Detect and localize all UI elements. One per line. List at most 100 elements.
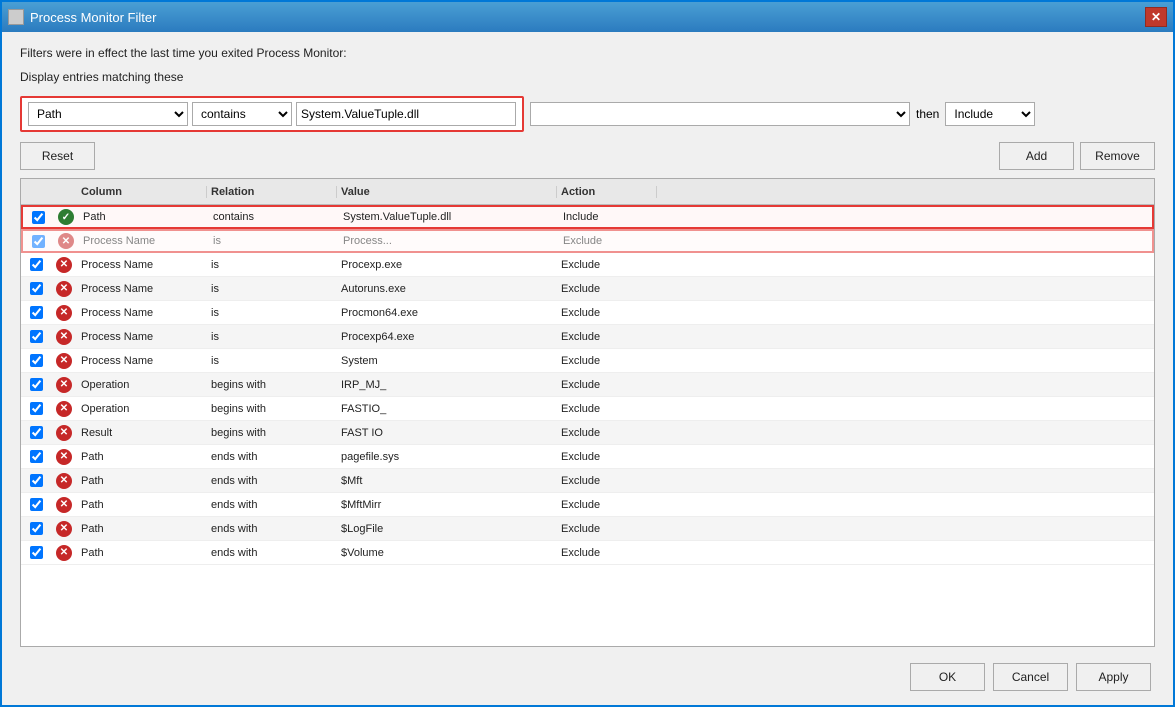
row-relation: begins with (207, 403, 337, 415)
row-checkbox[interactable] (30, 474, 43, 487)
row-column: Process Name (79, 235, 209, 247)
action-select[interactable]: Include Exclude (945, 102, 1035, 126)
table-row[interactable]: ✕Process NameisProcexp64.exeExclude (21, 325, 1154, 349)
row-icon-cell: ✕ (51, 521, 77, 537)
remove-button[interactable]: Remove (1080, 142, 1155, 170)
row-relation: begins with (207, 379, 337, 391)
row-relation: begins with (207, 427, 337, 439)
value-input[interactable]: System.ValueTuple.dll (296, 102, 516, 126)
row-relation: ends with (207, 547, 337, 559)
red-x-icon: ✕ (56, 497, 72, 513)
table-row[interactable]: ✕Operationbegins withIRP_MJ_Exclude (21, 373, 1154, 397)
row-relation: contains (209, 211, 339, 223)
row-checkbox[interactable] (30, 402, 43, 415)
table-row[interactable]: ✕Resultbegins withFAST IOExclude (21, 421, 1154, 445)
title-bar-left: Process Monitor Filter (8, 9, 156, 25)
main-window: Process Monitor Filter ✕ Filters were in… (0, 0, 1175, 707)
th-value: Value (337, 186, 557, 198)
reset-button[interactable]: Reset (20, 142, 95, 170)
row-checkbox[interactable] (30, 378, 43, 391)
red-x-icon: ✕ (56, 305, 72, 321)
row-checkbox-cell (23, 235, 53, 248)
row-value: Autoruns.exe (337, 283, 557, 295)
row-icon-cell: ✕ (51, 449, 77, 465)
close-button[interactable]: ✕ (1145, 7, 1167, 27)
row-action: Exclude (557, 475, 657, 487)
red-x-icon: ✕ (56, 425, 72, 441)
column-select[interactable]: Path Process Name Operation Result Detai… (28, 102, 188, 126)
row-value: pagefile.sys (337, 451, 557, 463)
row-action: Exclude (557, 523, 657, 535)
table-row[interactable]: ✕Pathends with$MftMirrExclude (21, 493, 1154, 517)
row-relation: is (207, 307, 337, 319)
table-row[interactable]: ✕Pathends with$MftExclude (21, 469, 1154, 493)
row-value: Procexp64.exe (337, 331, 557, 343)
row-checkbox[interactable] (32, 211, 45, 224)
row-checkbox[interactable] (30, 450, 43, 463)
table-row[interactable]: ✕Pathends with$VolumeExclude (21, 541, 1154, 565)
add-button[interactable]: Add (999, 142, 1074, 170)
relation-select[interactable]: contains is is not less than greater tha… (192, 102, 292, 126)
table-row[interactable]: ✕Process NameisSystemExclude (21, 349, 1154, 373)
row-relation: is (209, 235, 339, 247)
table-row[interactable]: ✕Process NameisProcmon64.exeExclude (21, 301, 1154, 325)
row-column: Process Name (77, 355, 207, 367)
table-row[interactable]: ✕Process NameisAutoruns.exeExclude (21, 277, 1154, 301)
row-checkbox[interactable] (30, 522, 43, 535)
row-icon-cell: ✕ (51, 497, 77, 513)
table-row[interactable]: ✕Pathends with$LogFileExclude (21, 517, 1154, 541)
cancel-button[interactable]: Cancel (993, 663, 1068, 691)
row-relation: is (207, 355, 337, 367)
table-row[interactable]: ✕Operationbegins withFASTIO_Exclude (21, 397, 1154, 421)
row-checkbox-cell (21, 522, 51, 535)
extra-value-select[interactable] (530, 102, 910, 126)
row-checkbox[interactable] (30, 258, 43, 271)
row-checkbox[interactable] (30, 306, 43, 319)
th-column: Column (77, 186, 207, 198)
row-checkbox-cell (21, 498, 51, 511)
row-checkbox[interactable] (30, 354, 43, 367)
row-checkbox[interactable] (30, 330, 43, 343)
then-label: then (916, 107, 939, 121)
th-action: Action (557, 186, 657, 198)
table-header: Column Relation Value Action (21, 179, 1154, 205)
row-value: Procexp.exe (337, 259, 557, 271)
red-x-icon: ✕ (56, 449, 72, 465)
row-icon-cell: ✕ (51, 353, 77, 369)
apply-button[interactable]: Apply (1076, 663, 1151, 691)
table-row[interactable]: ✓PathcontainsSystem.ValueTuple.dllInclud… (21, 205, 1154, 229)
row-checkbox[interactable] (30, 426, 43, 439)
row-action: Exclude (557, 427, 657, 439)
row-action: Exclude (557, 331, 657, 343)
row-column: Process Name (77, 331, 207, 343)
red-x-icon: ✕ (56, 257, 72, 273)
row-icon-cell: ✕ (51, 329, 77, 345)
table-row[interactable]: ✕Process NameisProcexp.exeExclude (21, 253, 1154, 277)
row-checkbox[interactable] (30, 546, 43, 559)
red-x-icon: ✕ (56, 281, 72, 297)
row-column: Path (77, 451, 207, 463)
row-value: $LogFile (337, 523, 557, 535)
add-remove-group: Add Remove (999, 142, 1155, 170)
row-checkbox[interactable] (30, 498, 43, 511)
row-action: Exclude (557, 547, 657, 559)
row-checkbox[interactable] (30, 282, 43, 295)
table-row[interactable]: ✕Process NameisProcess...Exclude (21, 229, 1154, 253)
row-value: System (337, 355, 557, 367)
row-icon-cell: ✕ (51, 473, 77, 489)
row-value: $Mft (337, 475, 557, 487)
table-body: ✓PathcontainsSystem.ValueTuple.dllInclud… (21, 205, 1154, 646)
row-value: $MftMirr (337, 499, 557, 511)
ok-button[interactable]: OK (910, 663, 985, 691)
row-action: Exclude (557, 403, 657, 415)
row-action: Exclude (557, 379, 657, 391)
row-relation: ends with (207, 451, 337, 463)
row-relation: is (207, 331, 337, 343)
row-column: Path (77, 547, 207, 559)
row-icon-cell: ✕ (51, 257, 77, 273)
table-row[interactable]: ✕Pathends withpagefile.sysExclude (21, 445, 1154, 469)
red-x-icon: ✕ (58, 233, 74, 249)
title-bar: Process Monitor Filter ✕ (2, 2, 1173, 32)
info-text: Filters were in effect the last time you… (20, 46, 1155, 60)
row-checkbox[interactable] (32, 235, 45, 248)
